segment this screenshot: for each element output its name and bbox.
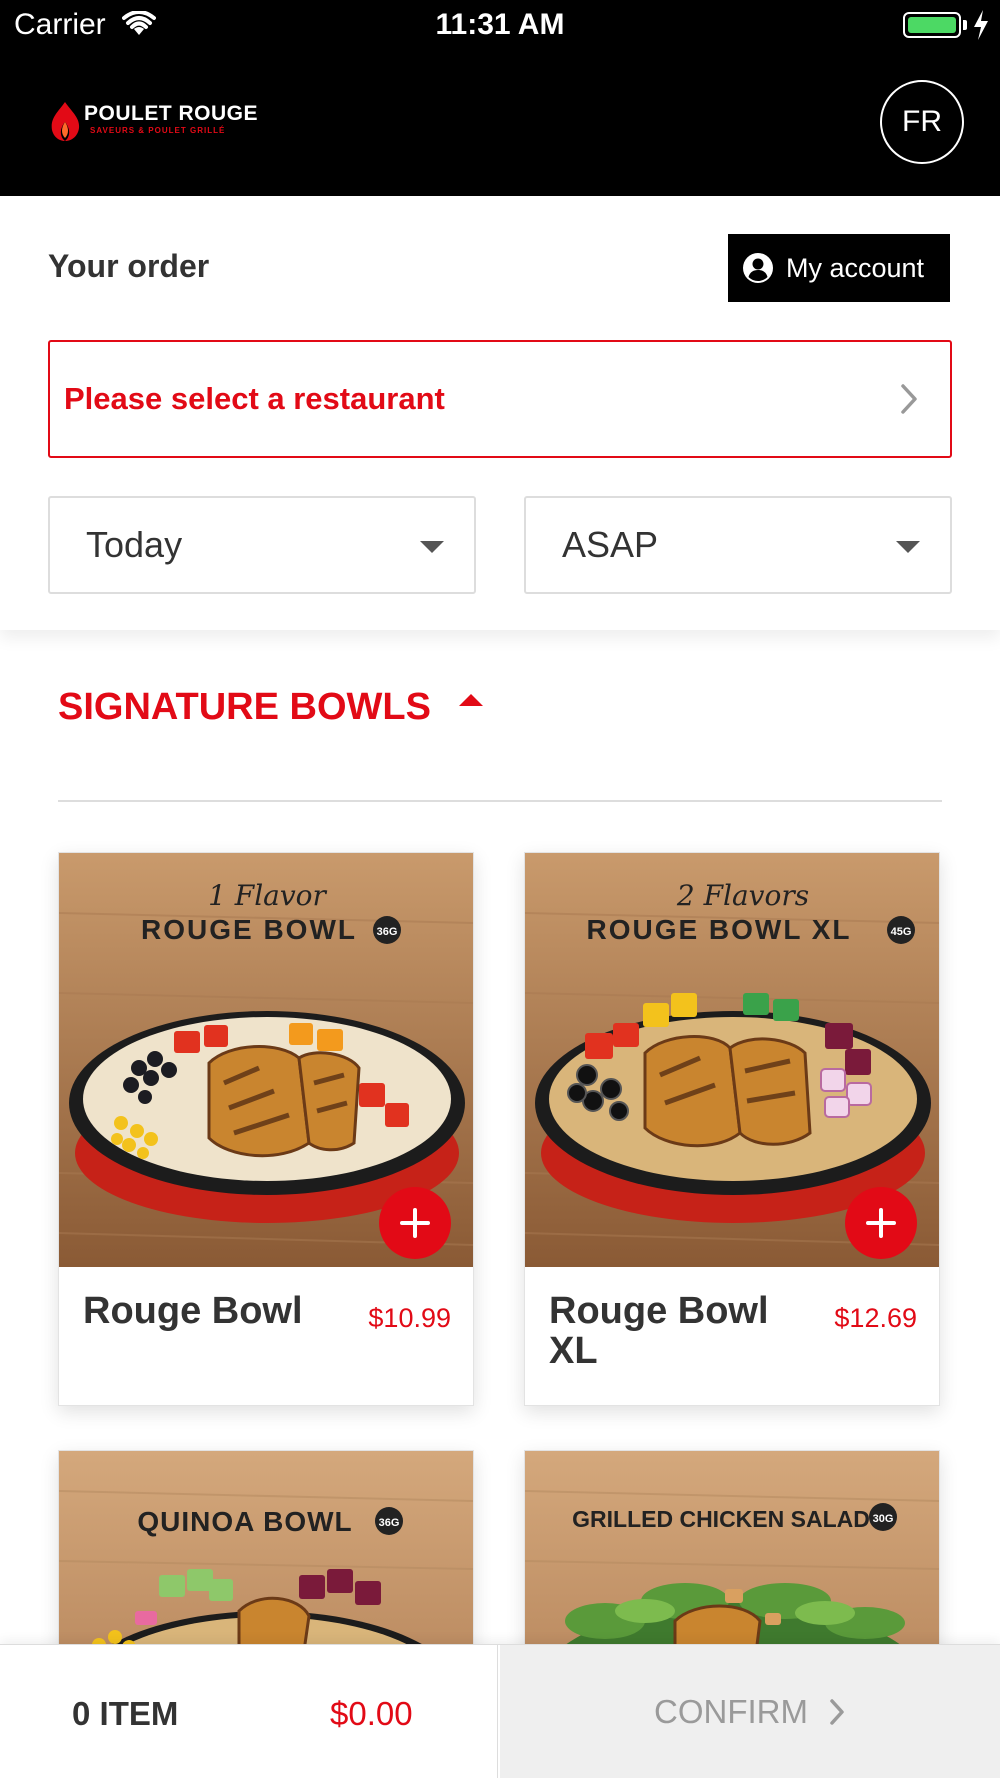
restaurant-selector[interactable]: Please select a restaurant bbox=[48, 340, 952, 458]
order-title: Your order bbox=[48, 248, 210, 284]
cart-item-count: 0 ITEM bbox=[72, 1695, 179, 1732]
chevron-right-icon bbox=[830, 1699, 844, 1725]
brand-tagline: SAVEURS & POULET GRILLÉ bbox=[90, 126, 226, 135]
cart-bar: 0 ITEM $0.00 CONFIRM bbox=[0, 1644, 1000, 1778]
product-price: $10.99 bbox=[368, 1303, 451, 1333]
section-header-signature-bowls[interactable]: SIGNATURE BOWLS bbox=[58, 686, 483, 729]
caret-up-icon bbox=[458, 693, 483, 706]
product-name: Rouge Bowl XL bbox=[549, 1290, 769, 1372]
day-select[interactable]: Today bbox=[48, 496, 476, 594]
confirm-button[interactable]: CONFIRM bbox=[500, 1645, 1000, 1778]
product-info: Rouge Bowl $10.99 bbox=[59, 1267, 473, 1405]
my-account-label: My account bbox=[786, 252, 925, 283]
cart-summary[interactable]: 0 ITEM $0.00 bbox=[0, 1645, 498, 1778]
image-flavor-text: 2 Flavors bbox=[676, 879, 809, 912]
add-to-cart-button[interactable] bbox=[379, 1187, 451, 1259]
app-header: POULET ROUGE SAVEURS & POULET GRILLÉ FR bbox=[0, 50, 1000, 196]
image-protein-text: 30G bbox=[873, 1513, 894, 1525]
image-title-text: QUINOA BOWL bbox=[137, 1506, 352, 1537]
cart-total: $0.00 bbox=[330, 1695, 413, 1732]
product-image: 1 Flavor ROUGE BOWL 36G bbox=[59, 853, 473, 1267]
add-to-cart-button[interactable] bbox=[845, 1187, 917, 1259]
section-title: SIGNATURE BOWLS bbox=[58, 686, 431, 728]
image-protein-text: 45G bbox=[891, 926, 912, 938]
chevron-right-icon bbox=[901, 384, 917, 414]
time-select[interactable]: ASAP bbox=[524, 496, 952, 594]
image-title-text: GRILLED CHICKEN SALAD bbox=[572, 1506, 870, 1532]
image-title-text: ROUGE BOWL bbox=[141, 914, 357, 945]
charging-bolt-icon bbox=[974, 10, 988, 40]
product-card-rouge-bowl[interactable]: 1 Flavor ROUGE BOWL 36G Rouge Bowl $10.9… bbox=[58, 852, 474, 1406]
image-protein-text: 36G bbox=[379, 1517, 400, 1529]
time-select-value: ASAP bbox=[562, 524, 659, 565]
image-protein-text: 36G bbox=[377, 926, 398, 938]
product-name: Rouge Bowl bbox=[83, 1290, 303, 1332]
caret-down-icon bbox=[420, 541, 444, 553]
my-account-button[interactable]: My account bbox=[728, 234, 950, 302]
product-info: Rouge Bowl XL $12.69 bbox=[525, 1267, 939, 1405]
image-title-text: ROUGE BOWL XL bbox=[586, 914, 851, 945]
caret-down-icon bbox=[896, 541, 920, 553]
plus-icon bbox=[400, 1208, 430, 1238]
restaurant-prompt: Please select a restaurant bbox=[64, 381, 445, 416]
status-bar: Carrier 11:31 AM bbox=[0, 0, 1000, 50]
battery-icon bbox=[903, 12, 961, 38]
product-card-rouge-bowl-xl[interactable]: 2 Flavors ROUGE BOWL XL 45G Rouge Bowl X… bbox=[524, 852, 940, 1406]
order-panel: Your order My account Please select a re… bbox=[0, 196, 1000, 630]
brand-logo[interactable]: POULET ROUGE SAVEURS & POULET GRILLÉ bbox=[48, 100, 258, 142]
flame-icon bbox=[51, 102, 80, 141]
confirm-label: CONFIRM bbox=[654, 1693, 808, 1730]
clock: 11:31 AM bbox=[435, 8, 565, 41]
brand-name: POULET ROUGE bbox=[84, 102, 259, 125]
product-image: 2 Flavors ROUGE BOWL XL 45G bbox=[525, 853, 939, 1267]
section-divider bbox=[58, 800, 942, 802]
product-price: $12.69 bbox=[834, 1303, 917, 1333]
day-select-value: Today bbox=[86, 524, 183, 565]
plus-icon bbox=[866, 1208, 896, 1238]
user-icon bbox=[743, 253, 773, 283]
image-flavor-text: 1 Flavor bbox=[208, 879, 327, 912]
menu-area: SIGNATURE BOWLS 1 Flavor ROUGE BOWL 36G … bbox=[0, 630, 1000, 1778]
battery-tip bbox=[963, 20, 967, 30]
language-toggle-button[interactable]: FR bbox=[880, 80, 964, 164]
